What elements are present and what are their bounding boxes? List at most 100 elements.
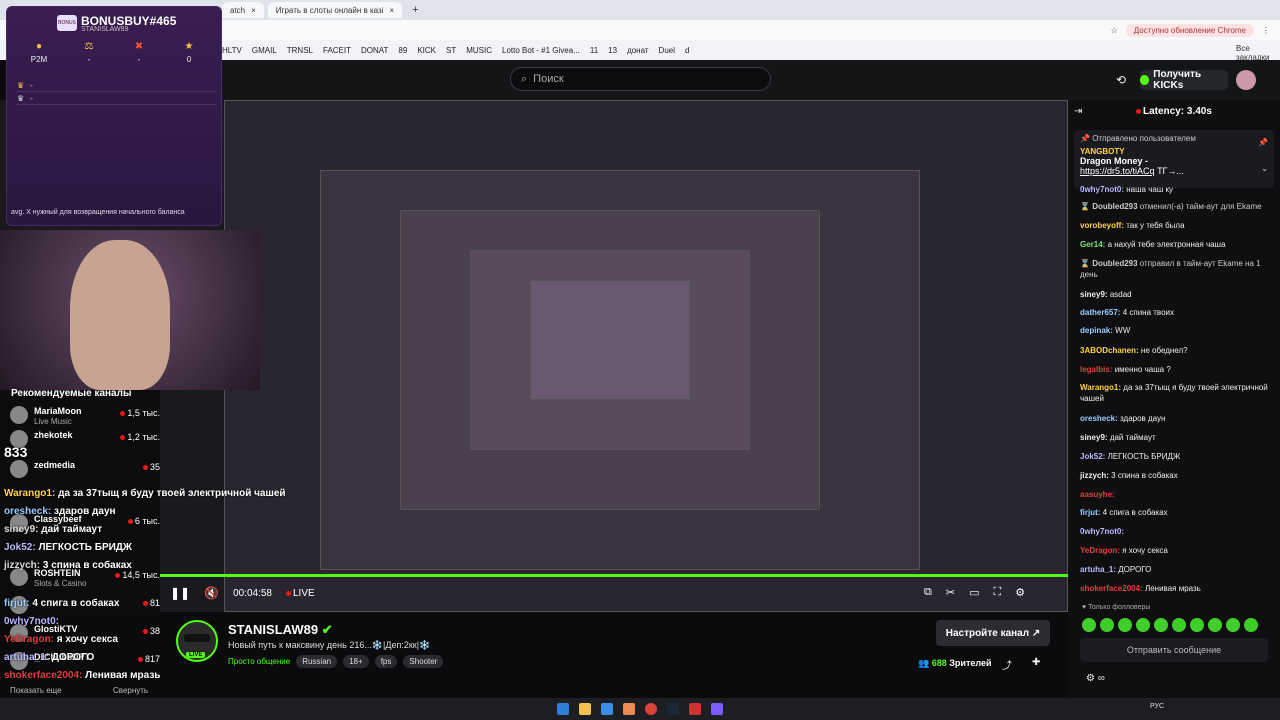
tag[interactable]: 18+ — [343, 655, 369, 668]
recommended-channel[interactable]: ROSHTEIN Slots & Casino 14,5 тыс. — [10, 568, 160, 590]
bookmark-item[interactable]: ST — [446, 46, 456, 55]
fullscreen-icon[interactable]: ⛶ — [993, 586, 1001, 599]
chat-username[interactable]: siney9: — [1080, 433, 1108, 442]
browser-tab[interactable]: atch × — [222, 2, 264, 18]
chat-username[interactable]: aasuyhe: — [1080, 490, 1115, 499]
channel-avatar[interactable]: LIVE — [176, 620, 218, 662]
windows-start-icon[interactable] — [557, 703, 569, 715]
bookmark-item[interactable]: донат — [627, 46, 648, 55]
chat-username[interactable]: legalbis: — [1080, 365, 1112, 374]
app-icon[interactable] — [711, 703, 723, 715]
gift-icon[interactable]: ⟲ — [1116, 73, 1126, 87]
chat-username[interactable]: YeDragon: — [1080, 546, 1120, 555]
chat-username[interactable]: siney9: — [1080, 290, 1108, 299]
chat-username[interactable]: Doubled293 — [1092, 202, 1137, 211]
chat-input[interactable]: Отправить сообщение — [1080, 638, 1268, 662]
x-icon: ✖ — [134, 41, 144, 52]
followers-only-text: Только фолловеры — [1088, 604, 1151, 611]
pinned-link[interactable]: https://dr5.to/tiACq — [1080, 166, 1155, 176]
chat-username[interactable]: firjut: — [1080, 508, 1100, 517]
close-icon[interactable]: × — [251, 6, 256, 15]
browser-tab[interactable]: Играть в слоты онлайн в казі × — [267, 2, 403, 18]
chat-username[interactable]: 3ABODchanen: — [1080, 346, 1139, 355]
bookmark-item[interactable]: DONAT — [361, 46, 388, 55]
emote-icon[interactable] — [1154, 618, 1168, 632]
unpin-icon[interactable]: 📌 — [1258, 138, 1268, 147]
show-more-link[interactable]: Показать еще — [10, 686, 62, 695]
search-input[interactable]: ⌕ Поиск — [510, 67, 771, 91]
update-button[interactable]: Доступно обновление Chrome — [1125, 23, 1254, 37]
tag[interactable]: Shooter — [403, 655, 444, 668]
recommended-channel[interactable]: zhekotek 1,2 тыс. — [10, 430, 160, 452]
bookmark-item[interactable]: d — [685, 46, 689, 55]
recommended-channel[interactable]: MariaMoon Live Music 1,5 тыс. — [10, 406, 160, 428]
chevron-down-icon[interactable]: ⌄ — [1261, 164, 1268, 173]
bookmark-item[interactable]: 11 — [590, 46, 598, 55]
collapse-link[interactable]: Свернуть — [113, 686, 148, 695]
explorer-icon[interactable] — [579, 703, 591, 715]
language-indicator[interactable]: РУС — [1150, 703, 1164, 710]
chat-username[interactable]: artuha_1: — [1080, 565, 1116, 574]
menu-icon[interactable]: ⋮ — [1262, 26, 1270, 35]
bookmark-item[interactable]: GMAIL — [252, 46, 277, 55]
pause-icon[interactable]: ❚❚ — [170, 586, 190, 600]
settings-icon[interactable]: ⚙ — [1015, 586, 1025, 599]
store-icon[interactable] — [601, 703, 613, 715]
close-icon[interactable]: × — [389, 6, 394, 15]
bookmark-item[interactable]: Lotto Bot - #1 Givea... — [502, 46, 580, 55]
steam-icon[interactable] — [667, 703, 679, 715]
chat-username[interactable]: 0why7not0: — [1080, 527, 1124, 536]
pip-icon[interactable]: ⧉ — [924, 586, 932, 599]
chat-username[interactable]: jizzych: — [1080, 471, 1109, 480]
bookmark-item[interactable]: MUSIC — [466, 46, 492, 55]
bookmark-item[interactable]: 13 — [608, 46, 617, 55]
chat-username[interactable]: Jok52: — [1080, 452, 1105, 461]
chat-username[interactable]: Doubled293 — [1092, 259, 1137, 268]
follow-icon[interactable]: ✚ — [1032, 657, 1040, 668]
emote-icon[interactable] — [1190, 618, 1204, 632]
emote-icon[interactable] — [1100, 618, 1114, 632]
emote-icon[interactable] — [1244, 618, 1258, 632]
tag[interactable]: fps — [374, 655, 398, 668]
chat-username[interactable]: 0why7not0: — [1080, 185, 1124, 194]
collapse-chat-icon[interactable]: ⇥ — [1074, 106, 1082, 117]
chat-username[interactable]: oresheck: — [1080, 414, 1118, 423]
category-link[interactable]: Просто общение — [228, 657, 290, 666]
bookmark-item[interactable]: 89 — [398, 46, 407, 55]
emote-icon[interactable] — [1208, 618, 1222, 632]
theater-icon[interactable]: ▭ — [969, 586, 979, 599]
new-tab-icon[interactable]: + — [406, 2, 424, 20]
app-icon[interactable] — [689, 703, 701, 715]
bookmark-item[interactable]: KICK — [417, 46, 436, 55]
user-avatar[interactable] — [1236, 70, 1256, 90]
chat-username[interactable]: vorobeyoff: — [1080, 221, 1124, 230]
bookmark-item[interactable]: HLTV — [222, 46, 242, 55]
chat-message: jizzych: 3 спина в собаках — [1080, 470, 1276, 481]
bookmark-item[interactable]: FACEIT — [323, 46, 351, 55]
chat-username[interactable]: depinak: — [1080, 326, 1113, 335]
mute-icon[interactable]: 🔇 — [204, 586, 219, 600]
tag[interactable]: Russian — [296, 655, 338, 668]
customize-channel-button[interactable]: Настройте канал ↗ — [936, 620, 1050, 646]
emote-icon[interactable] — [1118, 618, 1132, 632]
emote-icon[interactable] — [1172, 618, 1186, 632]
emote-icon[interactable] — [1226, 618, 1240, 632]
settings-icon[interactable]: ⚙ ∞ — [1086, 673, 1105, 684]
chrome-icon[interactable] — [645, 703, 657, 715]
get-kicks-button[interactable]: Получить KICKs — [1140, 69, 1228, 91]
progress-bar[interactable] — [160, 574, 1068, 577]
emote-icon[interactable] — [1136, 618, 1150, 632]
share-icon[interactable]: ⤴ — [1002, 657, 1012, 672]
recommended-channel[interactable]: zedmedia 35 — [10, 460, 160, 482]
app-icon[interactable] — [623, 703, 635, 715]
emote-icon[interactable] — [1082, 618, 1096, 632]
chat-username[interactable]: Ger14: — [1080, 240, 1105, 249]
star-icon[interactable]: ☆ — [1111, 26, 1118, 35]
chat-username[interactable]: dather657: — [1080, 308, 1120, 317]
clip-icon[interactable]: ✂ — [946, 586, 955, 599]
chat-username[interactable]: Warango1: — [1080, 383, 1121, 392]
bookmark-item[interactable]: TRNSL — [287, 46, 313, 55]
channel-name[interactable]: STANISLAW89 ✔ — [228, 622, 333, 638]
chat-username[interactable]: shokerface2004: — [1080, 584, 1143, 593]
bookmark-item[interactable]: Duel — [659, 46, 675, 55]
